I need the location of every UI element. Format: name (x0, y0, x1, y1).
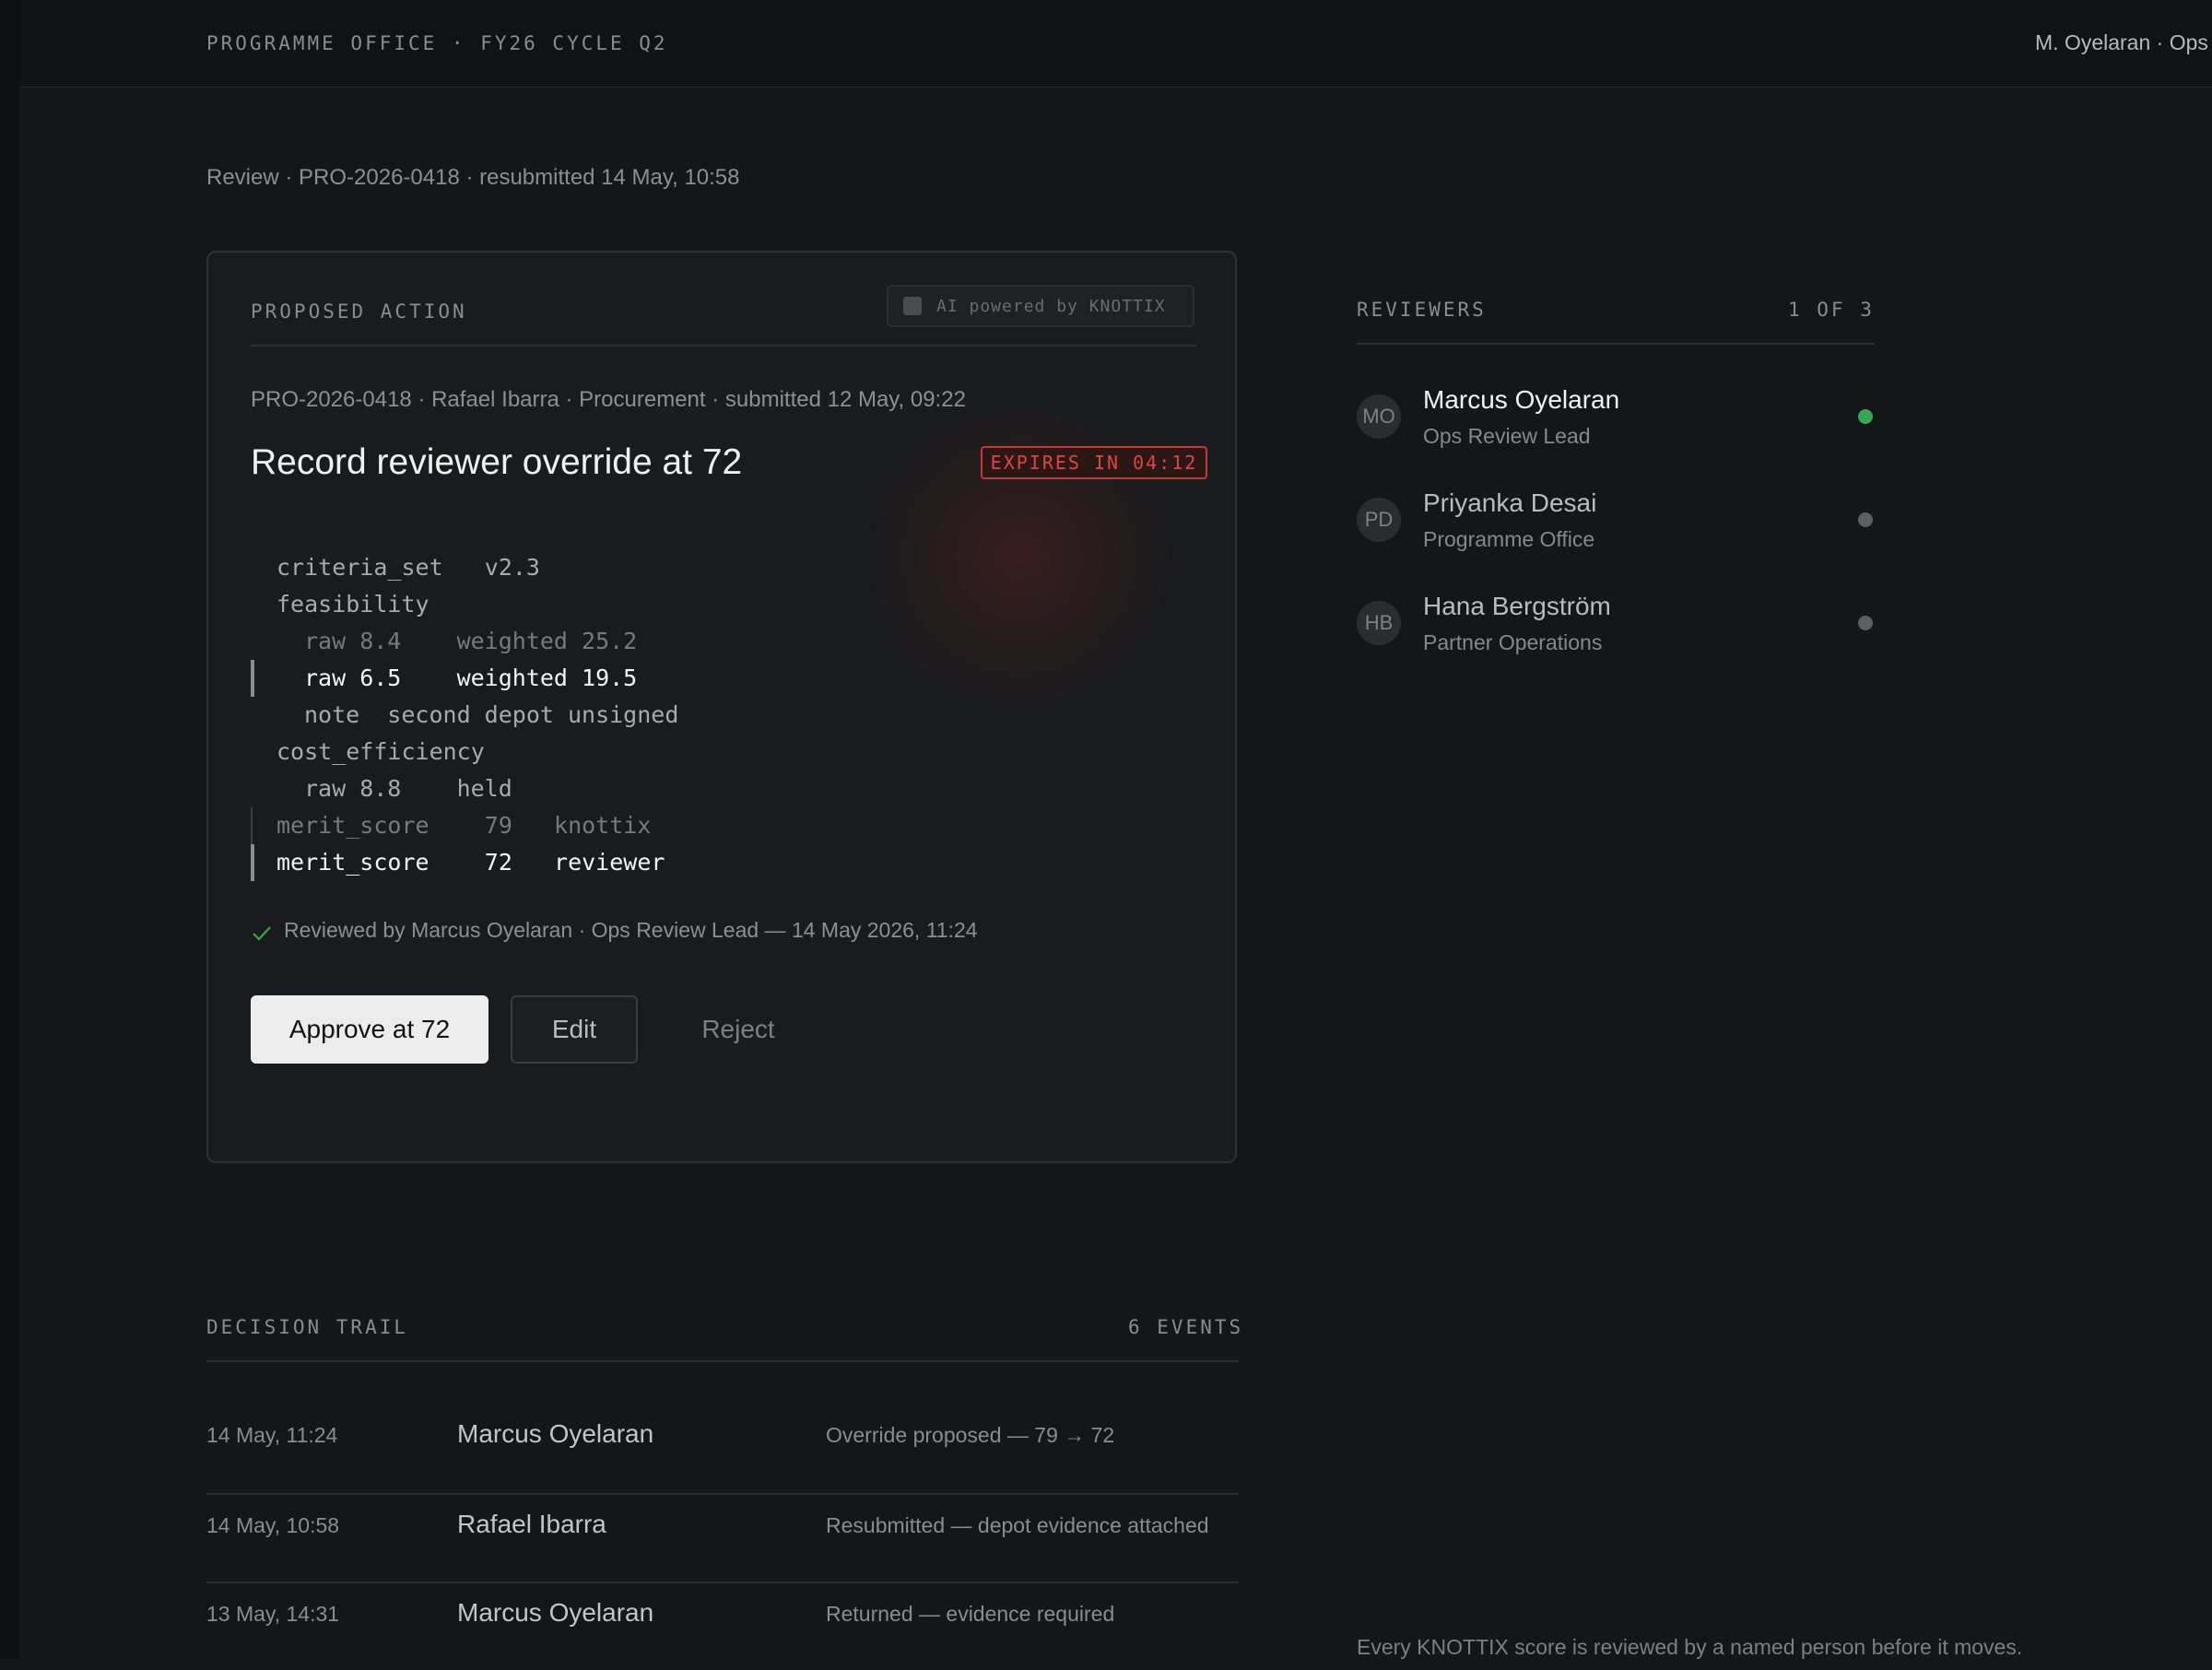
left-edge-rail (0, 0, 21, 1659)
reviewers-count: 1 OF 3 (1788, 299, 1875, 321)
card-divider (251, 345, 1196, 347)
proposed-action-card: PROPOSED ACTION AI powered by KNOTTIX PR… (206, 251, 1237, 1163)
reviewer-name: Priyanka Desai (1423, 488, 1597, 517)
check-icon (253, 926, 271, 941)
reviewer-role: Partner Operations (1423, 630, 1603, 654)
trail-time: 14 May, 11:24 (206, 1423, 338, 1447)
avatar: HB (1357, 601, 1401, 645)
trail-row: 14 May, 11:24 Marcus Oyelaran Override p… (206, 1403, 1239, 1491)
reviewer-role: Programme Office (1423, 527, 1595, 551)
knottix-logo-icon (903, 297, 922, 315)
trail-event: Returned — evidence required (826, 1602, 1115, 1626)
proposal-title: Record reviewer override at 72 (251, 442, 743, 482)
code-line: cost_efficiency (276, 738, 485, 765)
reviewer-item[interactable]: HB Hana Bergström Partner Operations (1357, 592, 1875, 675)
trail-actor: Marcus Oyelaran (457, 1419, 654, 1448)
proposed-action-label: PROPOSED ACTION (251, 300, 467, 323)
reviewers-divider (1357, 343, 1875, 345)
trail-row: 13 May, 14:31 Marcus Oyelaran Returned —… (206, 1582, 1239, 1670)
reject-button[interactable]: Reject (660, 995, 817, 1064)
reviewer-item[interactable]: MO Marcus Oyelaran Ops Review Lead (1357, 385, 1875, 468)
ai-powered-badge: AI powered by KNOTTIX (887, 285, 1194, 327)
trail-actor: Rafael Ibarra (457, 1510, 606, 1538)
code-line: raw 8.8 held (304, 775, 512, 802)
code-line: feasibility (276, 591, 429, 617)
trail-event: Resubmitted — depot evidence attached (826, 1513, 1209, 1537)
avatar: PD (1357, 498, 1401, 542)
edit-button[interactable]: Edit (511, 995, 638, 1064)
current-user-menu[interactable]: M. Oyelaran · Ops (2035, 30, 2208, 55)
reviewer-name: Marcus Oyelaran (1423, 385, 1620, 414)
review-policy-footnote: Every KNOTTIX score is reviewed by a nam… (1357, 1635, 2023, 1659)
reviewer-name: Hana Bergström (1423, 592, 1611, 620)
reviewed-note-text: Reviewed by Marcus Oyelaran · Ops Review… (284, 918, 978, 942)
status-dot-icon (1858, 512, 1873, 527)
reviewer-item[interactable]: PD Priyanka Desai Programme Office (1357, 488, 1875, 571)
code-line: note second depot unsigned (304, 701, 679, 728)
change-marker (251, 844, 254, 881)
avatar: MO (1357, 394, 1401, 439)
row-divider (206, 1493, 1239, 1495)
code-line-old: raw 8.4 weighted 25.2 (304, 628, 638, 654)
expiry-badge: EXPIRES IN 04:12 (981, 446, 1207, 479)
code-line-old: merit_score 79 knottix (251, 807, 1172, 844)
code-line-new: merit_score 72 reviewer (251, 844, 1172, 881)
top-bar: PROGRAMME OFFICE · FY26 CYCLE Q2 M. Oyel… (20, 0, 2212, 88)
reviewer-role: Ops Review Lead (1423, 424, 1591, 448)
status-dot-icon (1858, 409, 1873, 424)
decision-trail-count: 6 EVENTS (1128, 1316, 1244, 1338)
code-line-new: raw 6.5 weighted 19.5 (251, 660, 1172, 697)
change-marker (251, 807, 253, 844)
change-marker (251, 660, 254, 697)
trail-time: 14 May, 10:58 (206, 1513, 340, 1537)
score-diff-block: criteria_set v2.3 feasibility raw 8.4 we… (251, 549, 1172, 881)
reviewers-label: REVIEWERS (1357, 299, 1487, 321)
status-dot-icon (1858, 616, 1873, 630)
breadcrumb: Review · PRO-2026-0418 · resubmitted 14 … (206, 165, 740, 190)
trail-row: 14 May, 10:58 Rafael Ibarra Resubmitted … (206, 1493, 1239, 1582)
trail-event: Override proposed — 79 → 72 (826, 1423, 1115, 1447)
decision-trail-divider (206, 1360, 1239, 1362)
decision-trail-label: DECISION TRAIL (206, 1316, 409, 1338)
trail-time: 13 May, 14:31 (206, 1602, 340, 1626)
trail-actor: Marcus Oyelaran (457, 1598, 654, 1627)
approve-button[interactable]: Approve at 72 (251, 995, 488, 1064)
programme-office-label: PROGRAMME OFFICE · FY26 CYCLE Q2 (206, 32, 668, 54)
proposal-meta: PRO-2026-0418 · Rafael Ibarra · Procurem… (251, 387, 966, 412)
code-line: criteria_set v2.3 (276, 554, 540, 581)
ai-powered-label: AI powered by KNOTTIX (936, 297, 1166, 316)
row-divider (206, 1582, 1239, 1583)
